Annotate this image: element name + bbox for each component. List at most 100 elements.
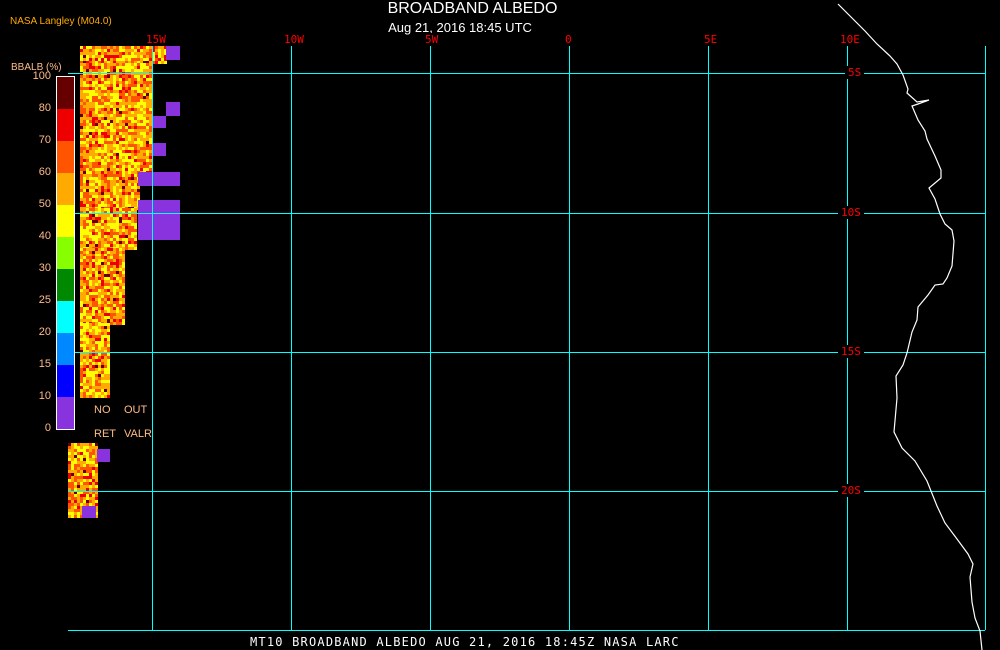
albedo-pixel [89, 147, 92, 150]
albedo-pixel [107, 150, 110, 153]
albedo-pixel [113, 238, 116, 241]
albedo-pixel [92, 120, 95, 123]
albedo-pixel [101, 292, 104, 295]
albedo-pixel [110, 298, 113, 301]
albedo-pixel [80, 235, 83, 238]
albedo-pixel [119, 214, 122, 217]
albedo-pixel [83, 162, 86, 165]
albedo-pixel [101, 102, 104, 105]
albedo-pixel [98, 329, 101, 332]
albedo-pixel [89, 168, 92, 171]
albedo-pixel [110, 304, 113, 307]
albedo-pixel [116, 153, 119, 156]
albedo-pixel [98, 217, 101, 220]
albedo-pixel [119, 105, 122, 108]
albedo-pixel [113, 195, 116, 198]
albedo-pixel [161, 46, 164, 49]
albedo-pixel [110, 319, 113, 322]
albedo-pixel [77, 512, 80, 515]
albedo-pixel [146, 150, 149, 153]
albedo-pixel [107, 81, 110, 84]
albedo-pixel [92, 256, 95, 259]
albedo-pixel [146, 99, 149, 102]
lon-label-5w: 5W [425, 33, 439, 46]
albedo-pixel [128, 238, 131, 241]
albedo-pixel [77, 470, 80, 473]
albedo-pixel [119, 251, 122, 254]
albedo-pixel [107, 323, 110, 326]
albedo-pixel [86, 232, 89, 235]
albedo-pixel [92, 186, 95, 189]
albedo-pixel [80, 159, 83, 162]
albedo-pixel [125, 108, 128, 111]
albedo-pixel [107, 316, 110, 319]
albedo-pixel [95, 58, 98, 61]
albedo-pixel [146, 123, 149, 126]
albedo-pixel [77, 503, 80, 506]
albedo-pixel [119, 189, 122, 192]
albedo-pixel [104, 153, 107, 156]
albedo-pixel [116, 123, 119, 126]
albedo-pixel [95, 90, 98, 93]
albedo-pixel [101, 259, 104, 262]
albedo-pixel [89, 192, 92, 195]
albedo-pixel [134, 189, 137, 192]
albedo-pixel [107, 289, 110, 292]
albedo-pixel [110, 177, 113, 180]
albedo-pixel [86, 93, 89, 96]
albedo-pixel [89, 93, 92, 96]
albedo-pixel [116, 117, 119, 120]
albedo-pixel [128, 174, 131, 177]
albedo-pixel [113, 78, 116, 81]
albedo-pixel [116, 248, 119, 251]
albedo-pixel [101, 395, 104, 398]
albedo-pixel [110, 114, 113, 117]
albedo-pixel [95, 268, 98, 271]
albedo-pixel [113, 138, 116, 141]
albedo-pixel [119, 108, 122, 111]
albedo-pixel [95, 235, 98, 238]
albedo-pixel [98, 277, 101, 280]
albedo-pixel [140, 49, 143, 52]
albedo-pixel [104, 241, 107, 244]
albedo-pixel [131, 150, 134, 153]
albedo-pixel [143, 52, 146, 55]
albedo-pixel [92, 295, 95, 298]
albedo-pixel [128, 147, 131, 150]
albedo-pixel [137, 156, 140, 159]
albedo-pixel [122, 99, 125, 102]
albedo-pixel [95, 301, 98, 304]
albedo-pixel [80, 208, 83, 211]
albedo-pixel [128, 66, 131, 69]
albedo-pixel [107, 195, 110, 198]
albedo-pixel [98, 159, 101, 162]
albedo-pixel [125, 75, 128, 78]
albedo-pixel [107, 147, 110, 150]
albedo-pixel [98, 204, 101, 207]
albedo-pixel [86, 46, 89, 49]
albedo-pixel [89, 90, 92, 93]
albedo-pixel [98, 93, 101, 96]
albedo-pixel [98, 368, 101, 371]
albedo-pixel [92, 241, 95, 244]
albedo-pixel [83, 482, 86, 485]
albedo-pixel [92, 341, 95, 344]
albedo-pixel [116, 220, 119, 223]
albedo-pixel [98, 165, 101, 168]
albedo-pixel [125, 186, 128, 189]
albedo-pixel [122, 87, 125, 90]
albedo-pixel [92, 323, 95, 326]
albedo-pixel [125, 69, 128, 72]
albedo-pixel [98, 198, 101, 201]
albedo-pixel [89, 135, 92, 138]
albedo-pixel [83, 52, 86, 55]
albedo-pixel [86, 251, 89, 254]
albedo-pixel [104, 235, 107, 238]
albedo-pixel [89, 497, 92, 500]
albedo-pixel [83, 371, 86, 374]
albedo-pixel [92, 497, 95, 500]
albedo-pixel [83, 49, 86, 52]
albedo-pixel [128, 55, 131, 58]
albedo-pixel [89, 347, 92, 350]
albedo-pixel [80, 49, 83, 52]
